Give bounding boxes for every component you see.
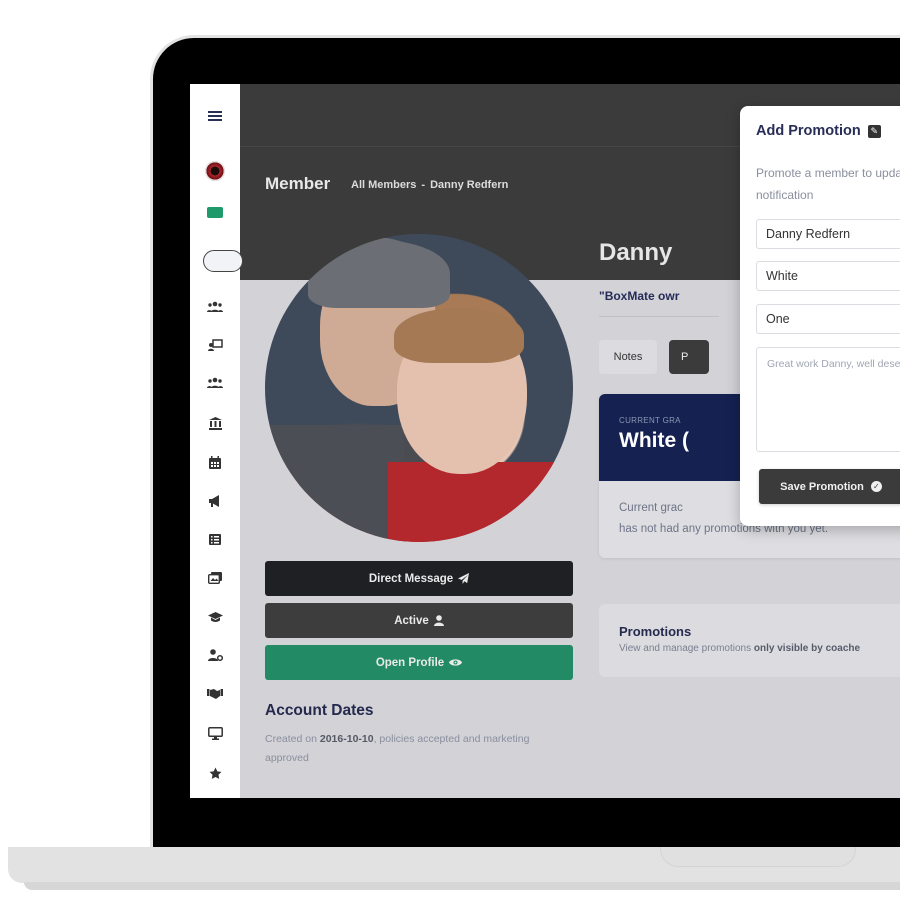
sidebar-item-staff[interactable]	[190, 646, 240, 664]
member-quote: "BoxMate owr	[599, 289, 680, 303]
user-icon	[433, 615, 444, 626]
direct-message-button[interactable]: Direct Message	[265, 561, 573, 596]
breadcrumb-current: Danny Redfern	[430, 179, 509, 191]
laptop-base-shadow	[24, 882, 900, 890]
sidebar-item-media[interactable]	[190, 569, 240, 587]
tab-promotions[interactable]: P	[669, 340, 709, 374]
check-circle-icon: ✓	[870, 481, 882, 492]
laptop-mockup: Member All Members - Danny Redfern Danny "…	[0, 0, 900, 900]
app-screen: Member All Members - Danny Redfern Danny "…	[190, 84, 900, 798]
sidebar-search-input[interactable]	[203, 250, 243, 272]
university-icon	[208, 416, 222, 430]
main-content: Member All Members - Danny Redfern Danny "…	[240, 84, 900, 798]
sidebar-item-grading[interactable]	[190, 608, 240, 626]
tab-notes[interactable]: Notes	[599, 340, 657, 374]
grade-select[interactable]: White	[756, 261, 900, 291]
edit-icon: ✎	[867, 124, 881, 138]
breadcrumb-separator: -	[421, 179, 426, 191]
created-date: 2016-10-10	[319, 733, 374, 745]
eye-icon	[449, 659, 463, 666]
member-avatar	[265, 234, 573, 542]
sidebar-item-display[interactable]	[190, 724, 240, 742]
stripe-select[interactable]: One	[756, 304, 900, 334]
promotion-message-textarea[interactable]: Great work Danny, well deserved k	[756, 347, 900, 452]
bullhorn-icon	[209, 495, 219, 507]
save-promotion-button[interactable]: Save Promotion ✓	[759, 469, 900, 504]
club-logo-icon[interactable]	[190, 160, 240, 182]
breadcrumb: All Members - Danny Redfern	[351, 179, 508, 191]
images-icon	[208, 572, 222, 584]
hamburger-menu-icon[interactable]	[190, 106, 240, 126]
divider	[599, 316, 719, 317]
users-group-icon	[207, 377, 223, 388]
green-box-icon[interactable]	[190, 204, 240, 220]
open-profile-button[interactable]: Open Profile	[265, 645, 573, 680]
sidebar-item-partners[interactable]	[190, 684, 240, 702]
active-status-button[interactable]: Active	[265, 603, 573, 638]
add-promotion-modal: Add Promotion ✎ Promote a member to upda…	[740, 106, 900, 526]
sidebar-item-announcements[interactable]	[190, 492, 240, 510]
paper-plane-icon	[458, 573, 470, 584]
promotions-card: Promotions View and manage promotions on…	[599, 604, 900, 677]
sidebar-item-list[interactable]	[190, 530, 240, 548]
sidebar-item-groups[interactable]	[190, 374, 240, 392]
desktop-icon	[207, 726, 223, 740]
sidebar-item-classes[interactable]	[190, 336, 240, 354]
star-icon	[209, 767, 221, 779]
account-dates-title: Account Dates	[265, 702, 374, 719]
handshake-icon	[207, 688, 223, 699]
page-title: Member	[265, 174, 331, 193]
promotions-subtitle: View and manage promotions only visible …	[619, 643, 861, 654]
member-select[interactable]: Danny Redfern	[756, 219, 900, 249]
modal-description: Promote a member to update the notificat…	[756, 166, 900, 202]
laptop-notch	[660, 847, 856, 867]
sidebar	[190, 84, 243, 798]
sidebar-item-favourites[interactable]	[190, 764, 240, 782]
users-icon	[207, 301, 223, 312]
user-cog-icon	[207, 649, 223, 661]
sidebar-item-calendar[interactable]	[190, 453, 240, 471]
sidebar-item-bank[interactable]	[190, 414, 240, 432]
promotions-title: Promotions	[619, 624, 692, 639]
chalkboard-teacher-icon	[207, 339, 223, 351]
sidebar-item-members[interactable]	[190, 298, 240, 316]
account-dates-text: Created on 2016-10-10, policies accepted…	[265, 733, 530, 764]
calendar-icon	[209, 455, 221, 469]
list-alt-icon	[209, 533, 221, 545]
breadcrumb-all-members[interactable]: All Members	[351, 179, 416, 191]
member-name: Danny	[599, 239, 673, 266]
modal-title: Add Promotion ✎	[756, 123, 881, 139]
graduation-cap-icon	[207, 611, 223, 622]
